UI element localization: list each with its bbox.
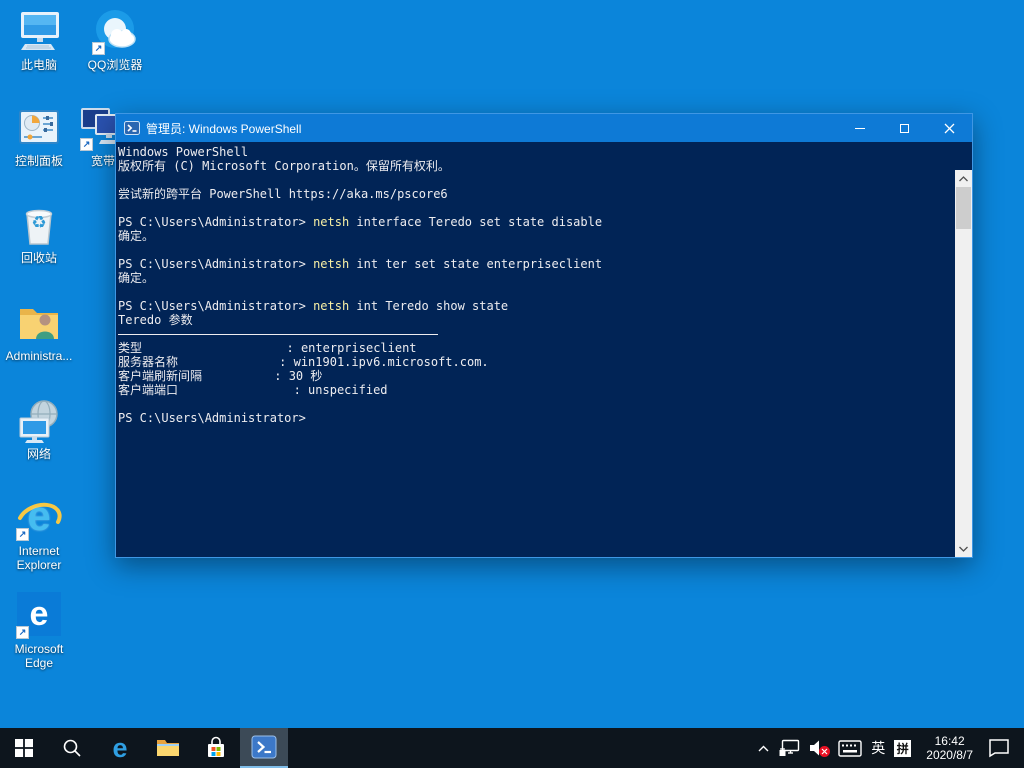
shortcut-arrow-icon: ↗	[16, 528, 29, 541]
desktop-icon-label: Administra...	[1, 349, 77, 363]
network-icon	[15, 397, 63, 445]
taskbar: e	[0, 728, 1024, 768]
desktop-icon-qq-browser[interactable]: ↗ QQ浏览器	[77, 8, 153, 72]
tray-clock[interactable]: 16:42 2020/8/7	[920, 734, 979, 762]
search-icon	[62, 738, 82, 758]
desktop-icon-label: QQ浏览器	[77, 58, 153, 72]
recycle-symbol-icon: ♻	[15, 213, 63, 233]
minimize-icon	[855, 128, 865, 129]
action-center-icon	[988, 738, 1010, 758]
powershell-icon	[251, 734, 277, 760]
chevron-up-icon	[757, 742, 770, 755]
powershell-window: 管理员: Windows PowerShell Windows PowerShe…	[115, 113, 973, 558]
desktop-icon-label: 回收站	[1, 251, 77, 265]
minimize-button[interactable]	[837, 114, 882, 142]
desktop-icon-internet-explorer[interactable]: e ↗ Internet Explorer	[1, 494, 77, 572]
desktop-surface[interactable]: 此电脑 ↗ QQ浏览器	[0, 0, 1024, 728]
tray-network[interactable]	[779, 739, 800, 757]
taskbar-powershell-button[interactable]	[240, 728, 288, 768]
close-icon	[944, 123, 955, 134]
start-button[interactable]	[0, 728, 48, 768]
scroll-up-button[interactable]	[955, 170, 972, 187]
microsoft-store-icon	[204, 736, 228, 760]
network-icon	[779, 739, 800, 757]
recycle-bin-icon: ♻	[15, 201, 63, 249]
desktop-icon-network[interactable]: 网络	[1, 397, 77, 461]
console-output: Windows PowerShell版权所有 (C) Microsoft Cor…	[116, 142, 955, 557]
user-folder-icon	[15, 299, 63, 347]
desktop-icon-label: Microsoft Edge	[1, 642, 77, 670]
tray-language-indicator[interactable]: 英	[871, 738, 885, 758]
desktop-icon-label: Internet Explorer	[1, 544, 77, 572]
microsoft-edge-icon: e ↗	[15, 592, 63, 640]
close-button[interactable]	[927, 114, 972, 142]
desktop-icon-microsoft-edge[interactable]: e ↗ Microsoft Edge	[1, 592, 77, 670]
chevron-down-icon	[959, 546, 968, 552]
tray-volume-muted[interactable]	[809, 739, 829, 757]
keyboard-icon	[838, 740, 862, 757]
windows-logo-icon	[15, 739, 33, 757]
edge-icon: e	[112, 735, 127, 762]
scrollbar-thumb[interactable]	[956, 187, 971, 229]
file-explorer-icon	[156, 738, 180, 758]
desktop-icon-administrator-folder[interactable]: Administra...	[1, 299, 77, 363]
taskbar-file-explorer-button[interactable]	[144, 728, 192, 768]
powershell-icon	[124, 120, 140, 136]
maximize-icon	[900, 124, 909, 133]
search-button[interactable]	[48, 728, 96, 768]
desktop-icon-this-pc[interactable]: 此电脑	[1, 8, 77, 72]
clock-date: 2020/8/7	[926, 748, 973, 762]
clock-time: 16:42	[926, 734, 973, 748]
maximize-button[interactable]	[882, 114, 927, 142]
taskbar-store-button[interactable]	[192, 728, 240, 768]
mute-badge-icon	[819, 746, 830, 757]
desktop-icon-label: 网络	[1, 447, 77, 461]
shortcut-arrow-icon: ↗	[16, 626, 29, 639]
chevron-up-icon	[959, 176, 968, 182]
tray-ime-mode[interactable]: 拼	[894, 740, 911, 757]
scroll-down-button[interactable]	[955, 540, 972, 557]
this-pc-icon	[15, 8, 63, 56]
tray-touch-keyboard[interactable]	[838, 740, 862, 757]
desktop-icon-label: 此电脑	[1, 58, 77, 72]
internet-explorer-icon: e ↗	[15, 494, 63, 542]
shortcut-arrow-icon: ↗	[80, 138, 93, 151]
window-title: 管理员: Windows PowerShell	[146, 120, 837, 137]
tray-show-hidden-icons[interactable]	[757, 742, 770, 755]
qq-browser-icon: ↗	[91, 8, 139, 56]
taskbar-edge-button[interactable]: e	[96, 728, 144, 768]
shortcut-arrow-icon: ↗	[92, 42, 105, 55]
action-center-button[interactable]	[988, 738, 1010, 758]
window-titlebar[interactable]: 管理员: Windows PowerShell	[116, 114, 972, 142]
console-area[interactable]: Windows PowerShell版权所有 (C) Microsoft Cor…	[116, 142, 972, 557]
control-panel-icon	[15, 104, 63, 152]
console-scrollbar[interactable]	[955, 170, 972, 557]
desktop-icon-recycle-bin[interactable]: ♻ 回收站	[1, 201, 77, 265]
